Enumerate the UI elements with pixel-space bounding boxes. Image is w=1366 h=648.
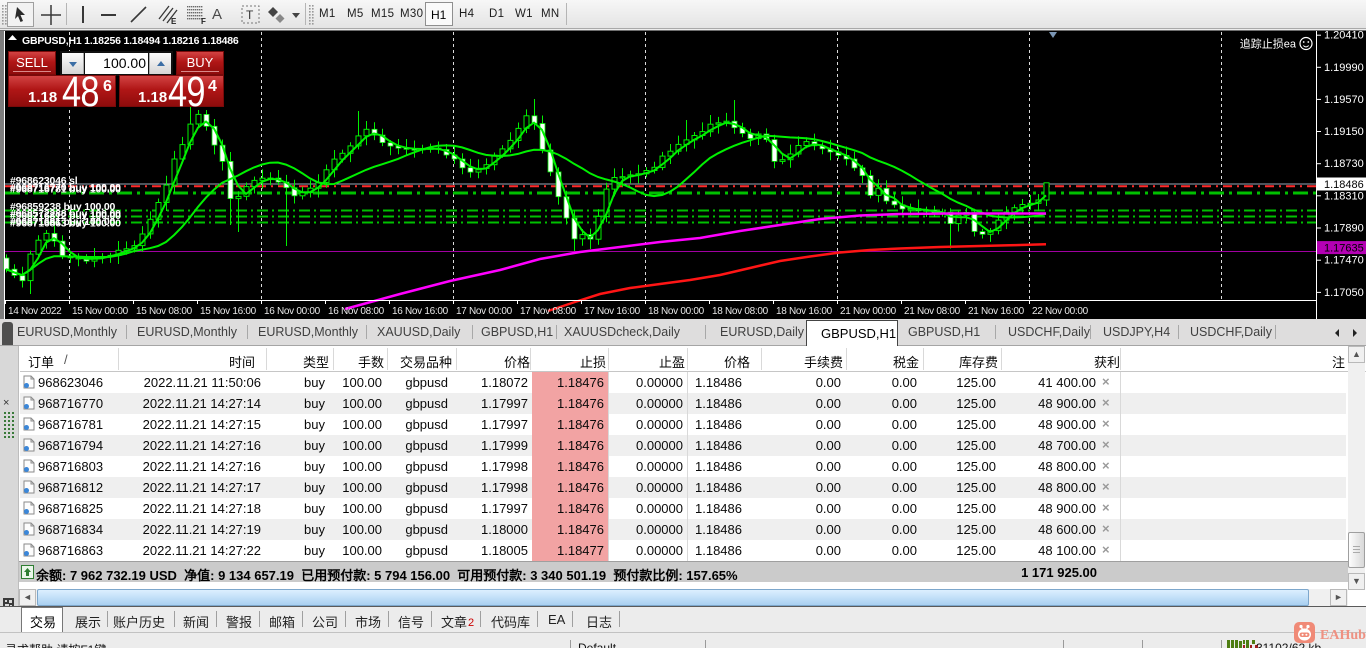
svg-text:21 Nov 00:00: 21 Nov 00:00 (840, 306, 897, 317)
svg-text:16 Nov 16:00: 16 Nov 16:00 (392, 306, 449, 317)
svg-text:EAHub: EAHub (1320, 628, 1366, 643)
svg-text:1.18310: 1.18310 (1324, 190, 1364, 202)
svg-text:17 Nov 16:00: 17 Nov 16:00 (584, 306, 641, 317)
svg-text:18 Nov 08:00: 18 Nov 08:00 (712, 306, 769, 317)
svg-text:21 Nov 08:00: 21 Nov 08:00 (904, 306, 961, 317)
svg-text:GBPUSD,H1 1.18256 1.18494 1.1: GBPUSD,H1 1.18256 1.18494 1.18216 1.1848… (22, 35, 239, 47)
svg-text:1.19570: 1.19570 (1324, 94, 1364, 106)
svg-text:F: F (201, 17, 206, 26)
svg-text:22 Nov 00:00: 22 Nov 00:00 (1032, 306, 1089, 317)
svg-text:1.17890: 1.17890 (1324, 223, 1364, 235)
svg-text:18 Nov 16:00: 18 Nov 16:00 (776, 306, 833, 317)
svg-text:1.18486: 1.18486 (1324, 179, 1364, 191)
svg-text:15 Nov 08:00: 15 Nov 08:00 (136, 306, 193, 317)
svg-text:17 Nov 00:00: 17 Nov 00:00 (456, 306, 513, 317)
svg-text:14 Nov 2022: 14 Nov 2022 (8, 306, 62, 317)
svg-text:17 Nov 08:00: 17 Nov 08:00 (520, 306, 577, 317)
svg-text:16 Nov 08:00: 16 Nov 08:00 (328, 306, 385, 317)
svg-text:21 Nov 16:00: 21 Nov 16:00 (968, 306, 1025, 317)
svg-text:18 Nov 00:00: 18 Nov 00:00 (648, 306, 705, 317)
svg-text:追踪止损ea: 追踪止损ea (1240, 37, 1297, 51)
svg-text:1.17635: 1.17635 (1324, 243, 1364, 255)
svg-text:1.19990: 1.19990 (1324, 62, 1364, 74)
svg-text:15 Nov 00:00: 15 Nov 00:00 (72, 306, 129, 317)
svg-text:1.18730: 1.18730 (1324, 158, 1364, 170)
svg-text:E: E (171, 17, 177, 26)
svg-text:1.20410: 1.20410 (1324, 31, 1364, 42)
svg-text:T: T (246, 8, 254, 22)
svg-text:15 Nov 16:00: 15 Nov 16:00 (200, 306, 257, 317)
svg-text:#968716863 buy 100.00: #968716863 buy 100.00 (10, 218, 121, 230)
svg-text:1.19150: 1.19150 (1324, 126, 1364, 138)
svg-text:1.17050: 1.17050 (1324, 287, 1364, 299)
svg-text:#968716781 buy 100.00: #968716781 buy 100.00 (10, 184, 121, 196)
svg-text:16 Nov 00:00: 16 Nov 00:00 (264, 306, 321, 317)
svg-text:1.17470: 1.17470 (1324, 255, 1364, 267)
